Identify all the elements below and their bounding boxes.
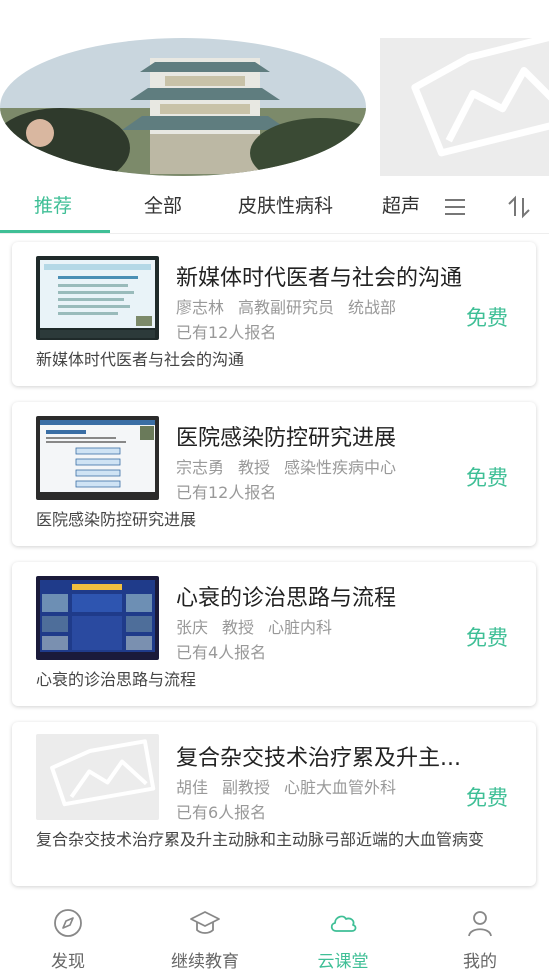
tab-recommended[interactable]: 推荐: [34, 184, 72, 230]
cloud-icon: [330, 915, 357, 932]
sort-button[interactable]: [505, 194, 535, 220]
nav-cloud-classroom[interactable]: 云课堂: [303, 907, 383, 972]
price-badge: 免费: [466, 466, 508, 490]
nav-discover[interactable]: 发现: [28, 907, 108, 972]
nav-label: 我的: [463, 952, 497, 972]
sort-icon: [508, 195, 530, 219]
lecturer-name: 廖志林: [176, 298, 225, 317]
course-thumbnail: [36, 256, 159, 340]
course-description: 复合杂交技术治疗累及升主动脉和主动脉弓部近端的大血管病变: [36, 830, 485, 849]
lecturer-name: 宗志勇: [176, 458, 225, 477]
lecturer-dept: 心脏内科: [268, 618, 333, 637]
banner-carousel[interactable]: [0, 0, 549, 184]
compass-icon: [54, 909, 82, 937]
course-title: 医院感染防控研究进展: [176, 426, 397, 451]
lecturer-dept: 感染性疾病中心: [284, 458, 397, 477]
price-badge: 免费: [466, 306, 508, 330]
course-thumbnail: [36, 416, 159, 500]
course-card[interactable]: 心衰的诊治思路与流程 张庆 教授 心脏内科 已有4人报名 免费 心衰的诊治思路与流程: [12, 562, 536, 706]
menu-icon: [445, 199, 465, 215]
enrolled-count: 已有4人报名: [176, 643, 267, 662]
image-placeholder-icon: [380, 38, 549, 176]
course-card[interactable]: 新媒体时代医者与社会的沟通 廖志林 高教副研究员 统战部 已有12人报名 免费 新媒…: [12, 242, 536, 386]
nav-label: 发现: [51, 952, 85, 972]
course-description: 心衰的诊治思路与流程: [36, 670, 197, 689]
graduation-cap-icon: [190, 911, 220, 934]
nav-mine[interactable]: 我的: [440, 907, 520, 972]
course-description: 医院感染防控研究进展: [36, 510, 197, 529]
course-card[interactable]: 复合杂交技术治疗累及升主... 胡佳 副教授 心脏大血管外科 已有6人报名 免费 复…: [12, 722, 536, 886]
lecturer-rank: 副教授: [222, 778, 271, 797]
course-meta: 张庆 教授 心脏内科: [176, 614, 346, 638]
course-title: 心衰的诊治思路与流程: [176, 586, 397, 611]
nav-continuing-education[interactable]: 继续教育: [165, 907, 245, 972]
bottom-navigation: 发现 继续教育 云课堂 我的: [0, 897, 549, 977]
user-icon: [468, 911, 492, 937]
building-photo: [0, 38, 366, 176]
tab-all[interactable]: 全部: [144, 184, 182, 230]
lecturer-dept: 统战部: [348, 298, 397, 317]
price-badge: 免费: [466, 626, 508, 650]
lecturer-rank: 教授: [222, 618, 255, 637]
lecturer-rank: 高教副研究员: [238, 298, 335, 317]
lecturer-rank: 教授: [238, 458, 271, 477]
enrolled-count: 已有12人报名: [176, 323, 277, 342]
course-description: 新媒体时代医者与社会的沟通: [36, 350, 245, 369]
menu-button[interactable]: [441, 194, 469, 220]
enrolled-count: 已有6人报名: [176, 803, 267, 822]
price-badge: 免费: [466, 786, 508, 810]
lecturer-dept: 心脏大血管外科: [284, 778, 397, 797]
enrolled-count: 已有12人报名: [176, 483, 277, 502]
category-tabs: 推荐 全部 皮肤性病科 超声: [0, 184, 549, 234]
banner-slide-next[interactable]: [380, 38, 549, 176]
course-thumbnail: [36, 576, 159, 660]
course-card[interactable]: 医院感染防控研究进展 宗志勇 教授 感染性疾病中心 已有12人报名 免费 医院感染防…: [12, 402, 536, 546]
tab-dermatology[interactable]: 皮肤性病科: [238, 184, 333, 230]
nav-label: 云课堂: [317, 952, 369, 972]
course-meta: 宗志勇 教授 感染性疾病中心: [176, 454, 410, 478]
lecturer-name: 胡佳: [176, 778, 209, 797]
course-meta: 胡佳 副教授 心脏大血管外科: [176, 774, 410, 798]
course-thumbnail: [36, 734, 159, 820]
tabs-divider: [0, 233, 549, 234]
banner-slide-main[interactable]: [0, 38, 366, 176]
lecturer-name: 张庆: [176, 618, 209, 637]
tab-ultrasound[interactable]: 超声: [382, 184, 420, 230]
course-title: 新媒体时代医者与社会的沟通: [176, 266, 463, 291]
course-title: 复合杂交技术治疗累及升主...: [176, 746, 461, 771]
image-placeholder-icon: [36, 734, 159, 820]
course-meta: 廖志林 高教副研究员 统战部: [176, 294, 410, 318]
nav-label: 继续教育: [171, 952, 239, 972]
